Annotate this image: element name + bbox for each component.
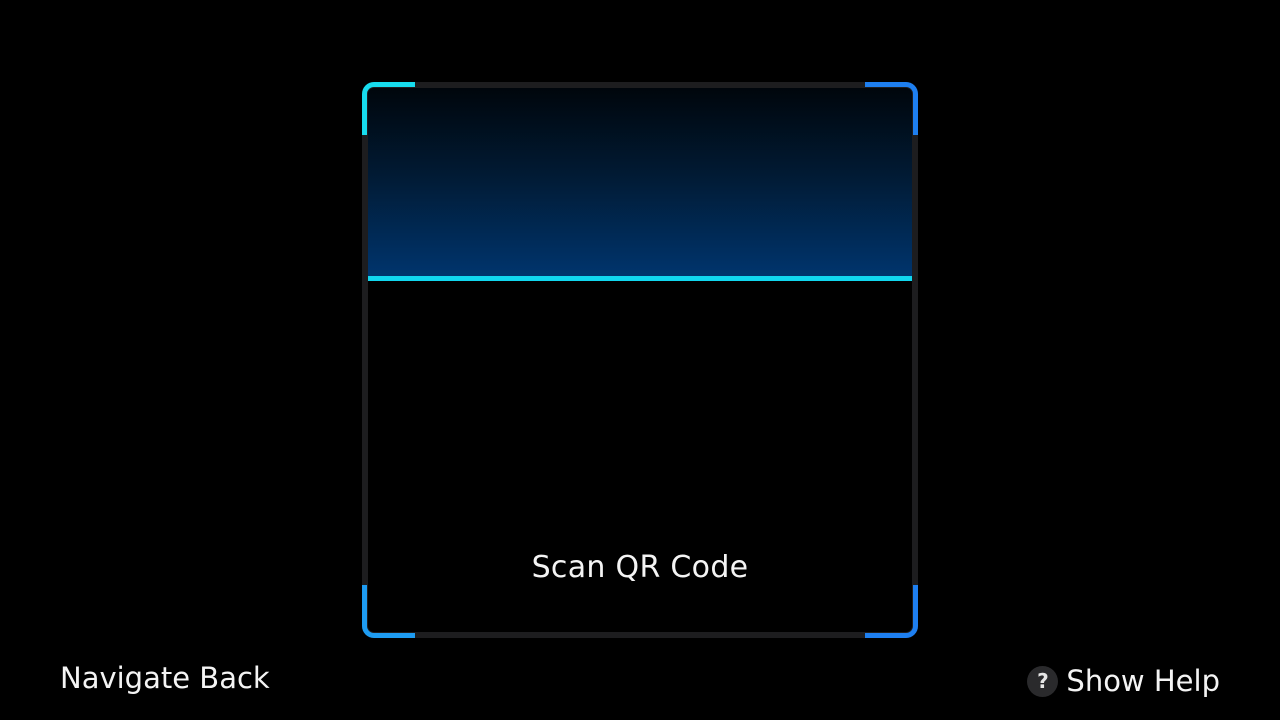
viewfinder-corner-bottom-right: [865, 585, 918, 638]
show-help-label: Show Help: [1066, 664, 1220, 698]
viewfinder-corner-bottom-left: [362, 585, 415, 638]
scan-qr-code-label: Scan QR Code: [531, 550, 749, 585]
viewfinder-corner-top-left: [362, 82, 415, 135]
navigate-back-button[interactable]: Navigate Back: [60, 661, 270, 695]
viewfinder-corner-top-right: [865, 82, 918, 135]
qr-scan-screen: Scan QR Code Navigate Back ? Show Help: [0, 0, 1280, 720]
help-icon: ?: [1027, 665, 1059, 697]
scan-sweep-gradient: [368, 88, 912, 278]
show-help-button[interactable]: ? Show Help: [1027, 661, 1220, 701]
scan-line: [368, 276, 912, 281]
